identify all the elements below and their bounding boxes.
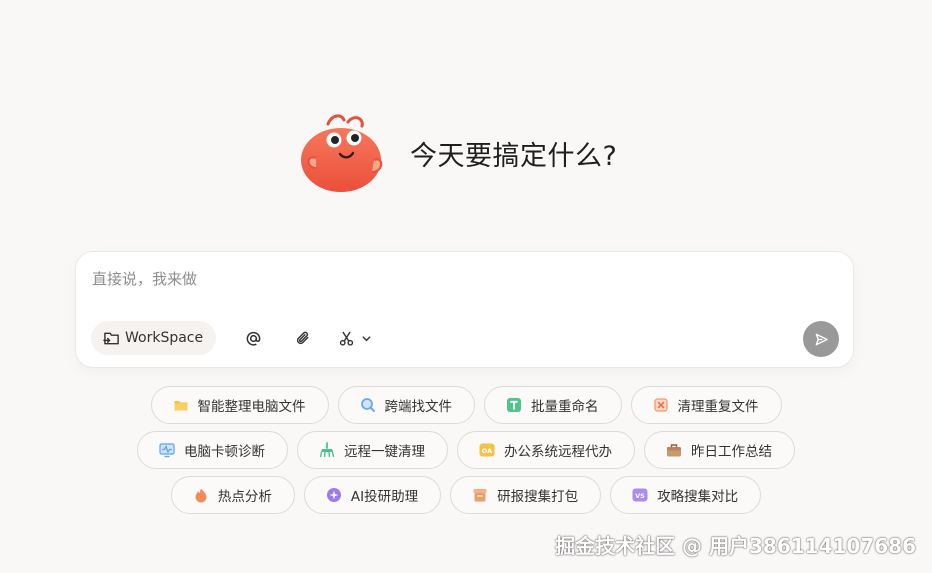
chip-label: AI投研助理 [350,489,419,505]
chip-batch-rename[interactable]: 批量重命名 [484,386,622,424]
oa-icon: OA [479,442,495,458]
chip-cross-device-search[interactable]: 跨端找文件 [337,386,475,424]
chip-label: 智能整理电脑文件 [197,399,306,415]
suggestion-row-1: 智能整理电脑文件 跨端找文件 批量重命名 清理重复文件 [0,386,932,424]
page-title: 今天要搞定什么? [410,140,618,172]
chevron-down-icon [361,333,372,344]
chip-yesterday-summary[interactable]: 昨日工作总结 [644,431,795,469]
page: 今天要搞定什么? WorkSpace [0,0,932,573]
package-icon [472,487,488,503]
clip-tool-dropdown[interactable] [338,330,372,347]
send-button[interactable] [803,321,839,357]
chip-label: 远程一键清理 [344,444,425,460]
chip-report-package[interactable]: 研报搜集打包 [450,476,602,514]
duplicate-clean-icon [653,397,669,413]
suggestion-row-3: 热点分析 AI投研助理 研报搜集打包 VS 攻略搜集对比 [0,476,932,514]
send-icon [814,332,829,347]
chip-clean-duplicates[interactable]: 清理重复文件 [630,386,782,424]
hero: 今天要搞定什么? [298,110,617,196]
prompt-card: WorkSpace [75,251,854,368]
chip-label: 昨日工作总结 [691,444,772,460]
folder-icon [173,397,189,413]
scissors-icon [338,330,355,347]
chip-label: 批量重命名 [531,399,599,415]
flame-icon [193,487,209,503]
chip-label: 跨端找文件 [384,399,453,415]
chip-lag-diagnosis[interactable]: 电脑卡顿诊断 [137,431,288,469]
rename-icon [506,397,522,413]
chip-oa-remote-tasks[interactable]: OA 办公系统远程代办 [457,431,635,469]
workspace-label: WorkSpace [125,330,204,346]
watermark: 掘金技术社区 @ 用户386114107686 [555,534,916,558]
chip-label: 办公系统远程代办 [504,444,612,460]
prompt-toolbar: WorkSpace [91,321,839,357]
svg-text:OA: OA [482,447,492,455]
briefcase-icon [666,442,682,458]
chip-remote-cleanup[interactable]: 远程一键清理 [297,431,448,469]
chip-guide-compare[interactable]: VS 攻略搜集对比 [610,476,762,514]
broom-icon [319,442,335,458]
workspace-button[interactable]: WorkSpace [91,321,217,355]
chip-label: 清理重复文件 [677,399,759,415]
sparkle-icon [326,487,342,503]
vs-icon: VS [632,487,648,503]
chip-label: 研报搜集打包 [497,489,579,505]
chip-label: 热点分析 [217,489,272,505]
chip-organize-files[interactable]: 智能整理电脑文件 [150,386,329,424]
paperclip-icon[interactable] [290,325,316,351]
mascot-logo [301,114,383,192]
workspace-icon [103,330,120,347]
at-icon[interactable] [240,325,266,351]
monitor-pulse-icon [159,442,175,458]
chip-trend-analysis[interactable]: 热点分析 [170,476,295,514]
chip-ai-research-assistant[interactable]: AI投研助理 [303,476,442,514]
chip-label: 电脑卡顿诊断 [184,444,265,460]
search-icon [360,397,376,413]
chip-label: 攻略搜集对比 [657,489,739,505]
suggestion-row-2: 电脑卡顿诊断 远程一键清理 OA 办公系统远程代办 昨日工作总结 [0,431,932,469]
prompt-input[interactable] [90,265,834,293]
svg-text:VS: VS [635,492,645,500]
